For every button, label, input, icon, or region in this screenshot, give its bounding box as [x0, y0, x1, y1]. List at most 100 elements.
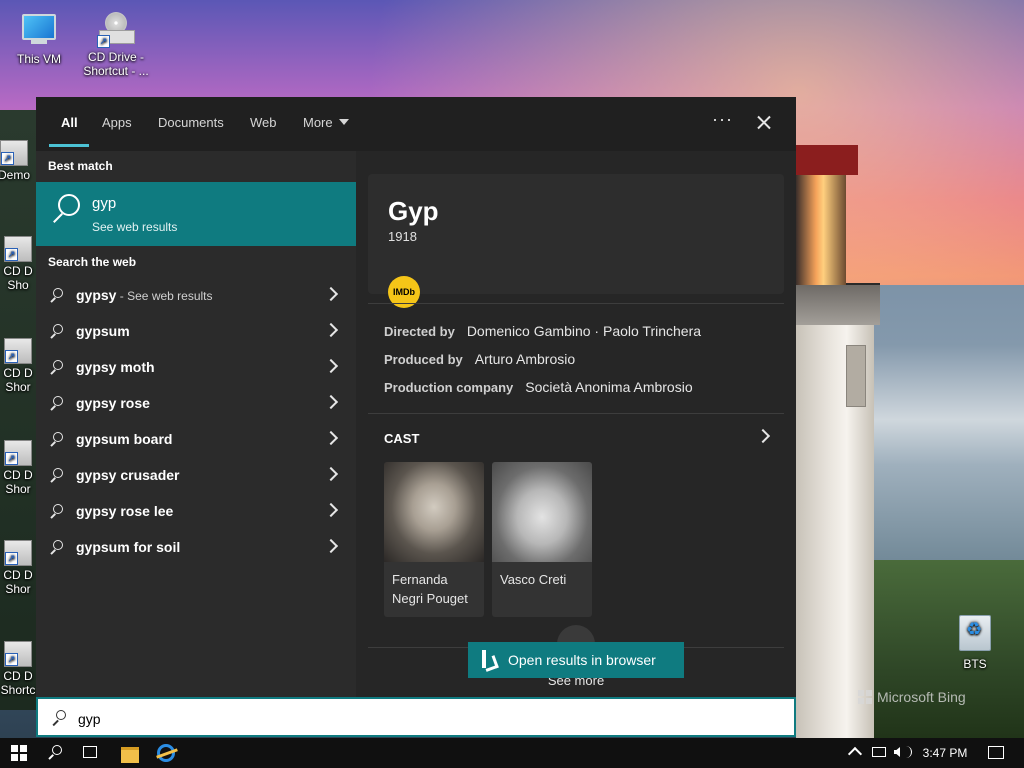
best-match-heading: Best match: [48, 159, 113, 173]
suggestion-text: gypsy moth: [76, 359, 155, 375]
open-results-in-browser-button[interactable]: Open results in browser: [468, 642, 684, 678]
search-filter-bar: All Apps Documents Web More ···: [36, 97, 796, 151]
lighthouse-rail: [796, 283, 880, 325]
notification-icon[interactable]: [988, 746, 1004, 759]
chevron-right-icon[interactable]: [323, 466, 339, 482]
web-suggestion-item[interactable]: gypsy rose lee: [36, 493, 356, 529]
task-view-button[interactable]: [72, 738, 108, 768]
best-match-item[interactable]: gyp See web results: [36, 182, 356, 246]
search-icon: [50, 396, 64, 411]
chevron-right-icon[interactable]: [323, 286, 339, 302]
title-card: Gyp 1918 IMDb: [368, 174, 784, 308]
cd-drive-icon: ↗: [4, 641, 32, 667]
tab-more-label: More: [303, 115, 333, 130]
chevron-right-icon[interactable]: [323, 322, 339, 338]
chevron-right-icon[interactable]: [755, 428, 771, 444]
internet-explorer-icon: [157, 744, 175, 762]
volume-icon[interactable]: [894, 747, 900, 757]
search-icon: [52, 710, 68, 726]
tab-web[interactable]: Web: [250, 115, 277, 130]
web-suggestion-item[interactable]: gypsy - See web results: [36, 277, 356, 313]
detail-label: Directed by: [384, 324, 455, 339]
internet-explorer-button[interactable]: [148, 738, 184, 768]
web-suggestion-item[interactable]: gypsy rose: [36, 385, 356, 421]
search-the-web-heading: Search the web: [48, 255, 137, 269]
detail-value: Arturo Ambrosio: [474, 351, 576, 367]
open-results-label: Open results in browser: [508, 652, 656, 668]
task-view-icon: [83, 746, 97, 758]
cast-photo: [492, 462, 592, 562]
web-suggestion-item[interactable]: gypsum: [36, 313, 356, 349]
suggestion-text: gypsum for soil: [76, 539, 181, 555]
chevron-right-icon[interactable]: [323, 430, 339, 446]
suggestion-text: gypsum: [76, 323, 130, 339]
tab-more[interactable]: More: [303, 115, 349, 130]
desktop-icon-demo[interactable]: ↗ Demo: [0, 140, 40, 182]
lighthouse-roof: [796, 145, 858, 175]
suggestion-text: gypsum board: [76, 431, 173, 447]
best-match-subtitle: See web results: [92, 220, 178, 234]
chevron-down-icon: [338, 119, 349, 125]
taskbar-search-button[interactable]: [36, 738, 72, 768]
tab-apps[interactable]: Apps: [102, 115, 132, 130]
cd-drive-icon: ↗: [97, 12, 135, 48]
desktop-icon-label: CD Drive - Shortcut - ...: [83, 50, 149, 78]
search-icon: [50, 288, 64, 303]
detail-value: Domenico Gambino · Paolo Trinchera: [466, 323, 702, 339]
lighthouse-lamp: [796, 175, 846, 285]
suggestion-text: gypsy rose: [76, 395, 150, 411]
cd-drive-icon: ↗: [4, 540, 32, 566]
web-suggestion-item[interactable]: gypsy crusader: [36, 457, 356, 493]
active-tab-indicator: [49, 144, 89, 147]
cd-drive-icon: ↗: [4, 338, 32, 364]
windows-logo-icon: [11, 745, 27, 761]
cast-card[interactable]: Fernanda Negri Pouget: [384, 462, 484, 617]
more-options-icon[interactable]: ···: [712, 109, 733, 130]
suggestion-text: gypsy rose lee: [76, 503, 174, 519]
desktop-icon-label: This VM: [16, 52, 61, 66]
search-box[interactable]: [36, 697, 796, 737]
movie-year: 1918: [388, 229, 417, 244]
search-icon: [50, 504, 64, 519]
file-explorer-button[interactable]: [112, 738, 148, 768]
tab-all[interactable]: All: [61, 115, 78, 130]
show-hidden-icons-icon[interactable]: [847, 746, 863, 762]
detail-row-directed-by: Directed by Domenico Gambino · Paolo Trin…: [384, 323, 701, 339]
results-list-pane: Best match gyp See web results Search th…: [36, 151, 356, 697]
detail-row-production-company: Production company Società Anonima Ambros…: [384, 379, 693, 395]
search-flyout: All Apps Documents Web More ··· Best mat…: [36, 97, 796, 697]
suggestion-text: gypsy: [76, 287, 117, 303]
search-input[interactable]: [76, 707, 770, 731]
search-icon: [50, 540, 64, 555]
chevron-right-icon[interactable]: [323, 394, 339, 410]
best-match-query: gyp: [92, 195, 117, 212]
movie-title: Gyp: [388, 196, 439, 226]
chevron-right-icon[interactable]: [323, 358, 339, 374]
shortcut-arrow-icon: ↗: [97, 35, 110, 48]
cast-card[interactable]: Vasco Creti: [492, 462, 592, 617]
network-icon[interactable]: [872, 747, 886, 757]
close-icon[interactable]: [752, 111, 776, 135]
web-suggestion-item[interactable]: gypsum for soil: [36, 529, 356, 565]
chevron-right-icon[interactable]: [323, 538, 339, 554]
start-button[interactable]: [0, 738, 36, 768]
cast-heading: CAST: [384, 431, 420, 446]
tab-documents[interactable]: Documents: [158, 115, 224, 130]
volume-wave-icon: [903, 746, 912, 758]
search-icon: [48, 745, 62, 760]
taskbar-clock[interactable]: 3:47 PM: [918, 746, 972, 760]
lighthouse-door: [846, 345, 866, 407]
cast-name: Fernanda Negri Pouget: [392, 572, 468, 606]
desktop-icon-cd-drive-shortcut[interactable]: ↗ CD Drive - Shortcut - ...: [83, 10, 149, 78]
web-suggestion-item[interactable]: gypsum board: [36, 421, 356, 457]
chevron-right-icon[interactable]: [323, 502, 339, 518]
desktop-icon-this-vm[interactable]: This VM: [6, 10, 72, 66]
desktop-icon-recycle-bin[interactable]: BTS: [942, 615, 1008, 671]
search-icon: [48, 192, 84, 232]
suggestion-suffix: - See web results: [116, 289, 213, 303]
search-icon: [50, 432, 64, 447]
detail-row-produced-by: Produced by Arturo Ambrosio: [384, 351, 575, 367]
web-suggestion-item[interactable]: gypsy moth: [36, 349, 356, 385]
divider: [368, 413, 784, 414]
taskbar: 3:47 PM: [0, 738, 1024, 768]
